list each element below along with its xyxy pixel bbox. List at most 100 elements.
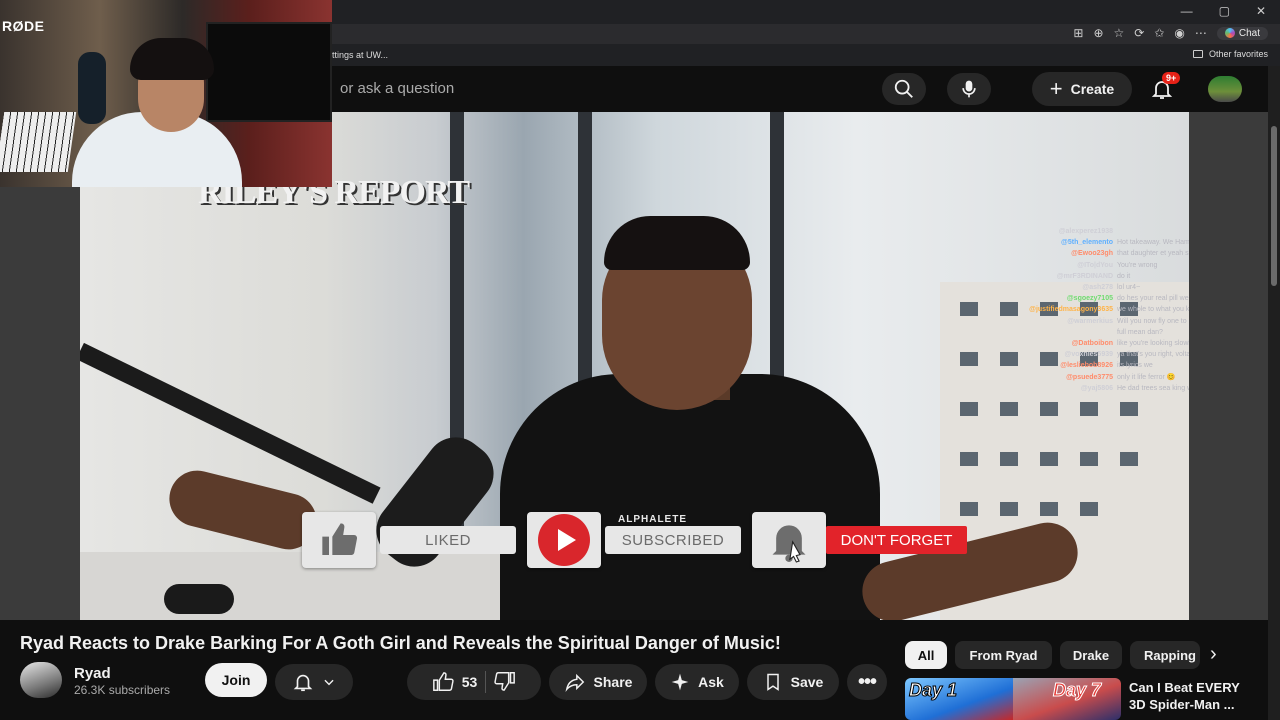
building-window xyxy=(1000,402,1018,416)
channel-avatar[interactable] xyxy=(20,662,62,698)
chat-message: @sgoezy7105 do hes your real pill were al… xyxy=(1020,293,1189,304)
presenter-hair xyxy=(604,216,750,270)
bookmark-item[interactable]: ttings at UW... xyxy=(332,50,388,60)
shirt-logo-text: ALPHALETE xyxy=(618,514,687,525)
chat-message: @ITo|dYou You're wrong xyxy=(1020,260,1189,271)
chat-message: @voxnies5939 ya that's you right, voltage xyxy=(1020,349,1189,360)
join-button[interactable]: Join xyxy=(205,663,267,697)
subscribe-notification-button[interactable] xyxy=(275,664,353,700)
ask-label: Ask xyxy=(698,674,724,690)
minimize-button[interactable]: — xyxy=(1181,4,1193,18)
search-icon xyxy=(894,79,913,98)
refresh-icon[interactable]: ⟳ xyxy=(1134,26,1144,40)
chat-message: @ash278 lol ur4~ xyxy=(1020,282,1189,293)
browser-toolbar: ⊞ ⊕ ☆ ⟳ ✩ ◉ ⋯ Chat xyxy=(332,24,1280,44)
dont-forget-banner: DON'T FORGET xyxy=(826,526,967,554)
recommended-title[interactable]: Can I Beat EVERY 3D Spider-Man ... xyxy=(1129,679,1259,713)
like-graphic xyxy=(302,512,376,568)
like-dislike-group: 53 xyxy=(407,664,541,700)
maximize-button[interactable]: ▢ xyxy=(1219,4,1230,18)
other-favorites-label: Other favorites xyxy=(1208,49,1268,59)
chip-rapping[interactable]: Rapping xyxy=(1130,641,1200,669)
chat-message: @warmerkius Will you now fly one to rescu… xyxy=(1020,316,1189,327)
play-button-icon xyxy=(538,514,590,566)
share-label: Share xyxy=(593,674,633,690)
building-window xyxy=(960,352,978,366)
streamer-hair xyxy=(130,38,214,80)
presenter-left-hand xyxy=(163,464,323,556)
search-button[interactable] xyxy=(882,73,926,105)
like-button[interactable]: 53 xyxy=(432,671,477,693)
chat-username xyxy=(1020,327,1113,338)
notifications-button[interactable]: 9+ xyxy=(1148,72,1181,104)
rode-logo: RØDE xyxy=(2,18,45,34)
chat-text: that daughter et yeah spe ravahhe fe set… xyxy=(1117,250,1189,258)
chip-all[interactable]: All xyxy=(905,641,947,669)
chat-message: @yaj5806 He dad trees sea king wav xyxy=(1020,383,1189,394)
building-window xyxy=(960,452,978,466)
chat-username: @ITo|dYou xyxy=(1077,261,1113,269)
thumbs-up-icon xyxy=(322,523,358,555)
chat-message: @5th_elemento Hot takeaway. We Hammers yo… xyxy=(1020,237,1189,248)
zoom-icon[interactable]: ⊕ xyxy=(1093,26,1103,40)
chevron-right-icon[interactable]: › xyxy=(1210,643,1217,666)
channel-name[interactable]: Ryad xyxy=(74,665,111,682)
building-window xyxy=(1080,502,1098,516)
chat-text: like you're looking slowly. I hope it is xyxy=(1117,340,1189,348)
voice-search-button[interactable] xyxy=(947,73,991,105)
more-menu-icon[interactable]: ⋯ xyxy=(1195,26,1207,40)
more-actions-button[interactable]: ••• xyxy=(847,664,887,700)
thumbs-up-icon xyxy=(432,672,454,691)
chat-username: @Datboibon xyxy=(1071,340,1113,348)
subscriber-count: 26.3K subscribers xyxy=(74,683,171,697)
like-divider xyxy=(485,671,487,693)
favorites-icon[interactable]: ✩ xyxy=(1154,26,1164,40)
window-controls: — ▢ ✕ xyxy=(1181,4,1266,18)
chat-message: @lesliebob8926 its lyrics we xyxy=(1020,360,1189,371)
copilot-chat-button[interactable]: Chat xyxy=(1216,26,1268,40)
subscribe-graphic xyxy=(527,512,601,568)
chat-text: do it xyxy=(1117,272,1131,280)
create-button[interactable]: + Create xyxy=(1032,72,1132,106)
chat-text: we whole to what you know doing xyxy=(1117,306,1189,314)
favorite-star-icon[interactable]: ☆ xyxy=(1114,26,1125,40)
profile-icon[interactable]: ◉ xyxy=(1174,26,1184,40)
chat-username: @sgoezy7105 xyxy=(1066,295,1113,303)
chat-username: @5th_elemento xyxy=(1061,239,1113,247)
save-button[interactable]: Save xyxy=(747,664,839,700)
create-label: Create xyxy=(1070,81,1115,97)
chip-drake[interactable]: Drake xyxy=(1060,641,1122,669)
building-window xyxy=(1120,402,1138,416)
player-letterbox-left xyxy=(0,112,80,620)
building-window xyxy=(1080,452,1098,466)
chat-message: @mrF3RDINAND do it xyxy=(1020,271,1189,282)
dislike-button[interactable] xyxy=(494,670,516,695)
search-input[interactable]: or ask a question xyxy=(340,80,454,97)
subscribed-label: SUBSCRIBED xyxy=(605,526,741,554)
thumbnail-right: Day 7 xyxy=(1013,678,1121,720)
recommended-thumbnail[interactable]: Day 1 Day 7 xyxy=(905,678,1121,720)
chat-text: Hot takeaway. We Hammers yourself... xyxy=(1117,239,1189,247)
plus-icon: + xyxy=(1049,76,1063,101)
other-favorites[interactable]: Other favorites xyxy=(1192,49,1268,59)
chip-from-ryad[interactable]: From Ryad xyxy=(955,641,1052,669)
chat-username: @voxnies5939 xyxy=(1064,351,1113,359)
streamer-microphone xyxy=(78,52,106,124)
chat-text: full mean dan? xyxy=(1117,328,1163,336)
liked-label: LIKED xyxy=(380,526,516,554)
share-button[interactable]: Share xyxy=(549,664,647,700)
building-window xyxy=(960,402,978,416)
chat-message: @justifiedmasagony3635 we whole to what y… xyxy=(1020,304,1189,315)
account-avatar[interactable] xyxy=(1208,76,1242,102)
apps-icon[interactable]: ⊞ xyxy=(1073,26,1083,40)
copilot-icon xyxy=(1224,28,1235,38)
live-chat-overlay: @alexperez1938 @5th_elemento Hot takeaway.… xyxy=(1020,226,1189,394)
building-window xyxy=(1040,452,1058,466)
ask-button[interactable]: Ask xyxy=(655,664,739,700)
chat-message: @psuede3775 only it life ferror 😊 xyxy=(1020,372,1189,383)
close-window-button[interactable]: ✕ xyxy=(1256,4,1266,18)
scroll-thumb[interactable] xyxy=(1271,126,1277,286)
page-scrollbar[interactable] xyxy=(1268,66,1280,720)
webcam-keyboard xyxy=(0,112,77,172)
notification-bell-icon xyxy=(772,525,806,563)
